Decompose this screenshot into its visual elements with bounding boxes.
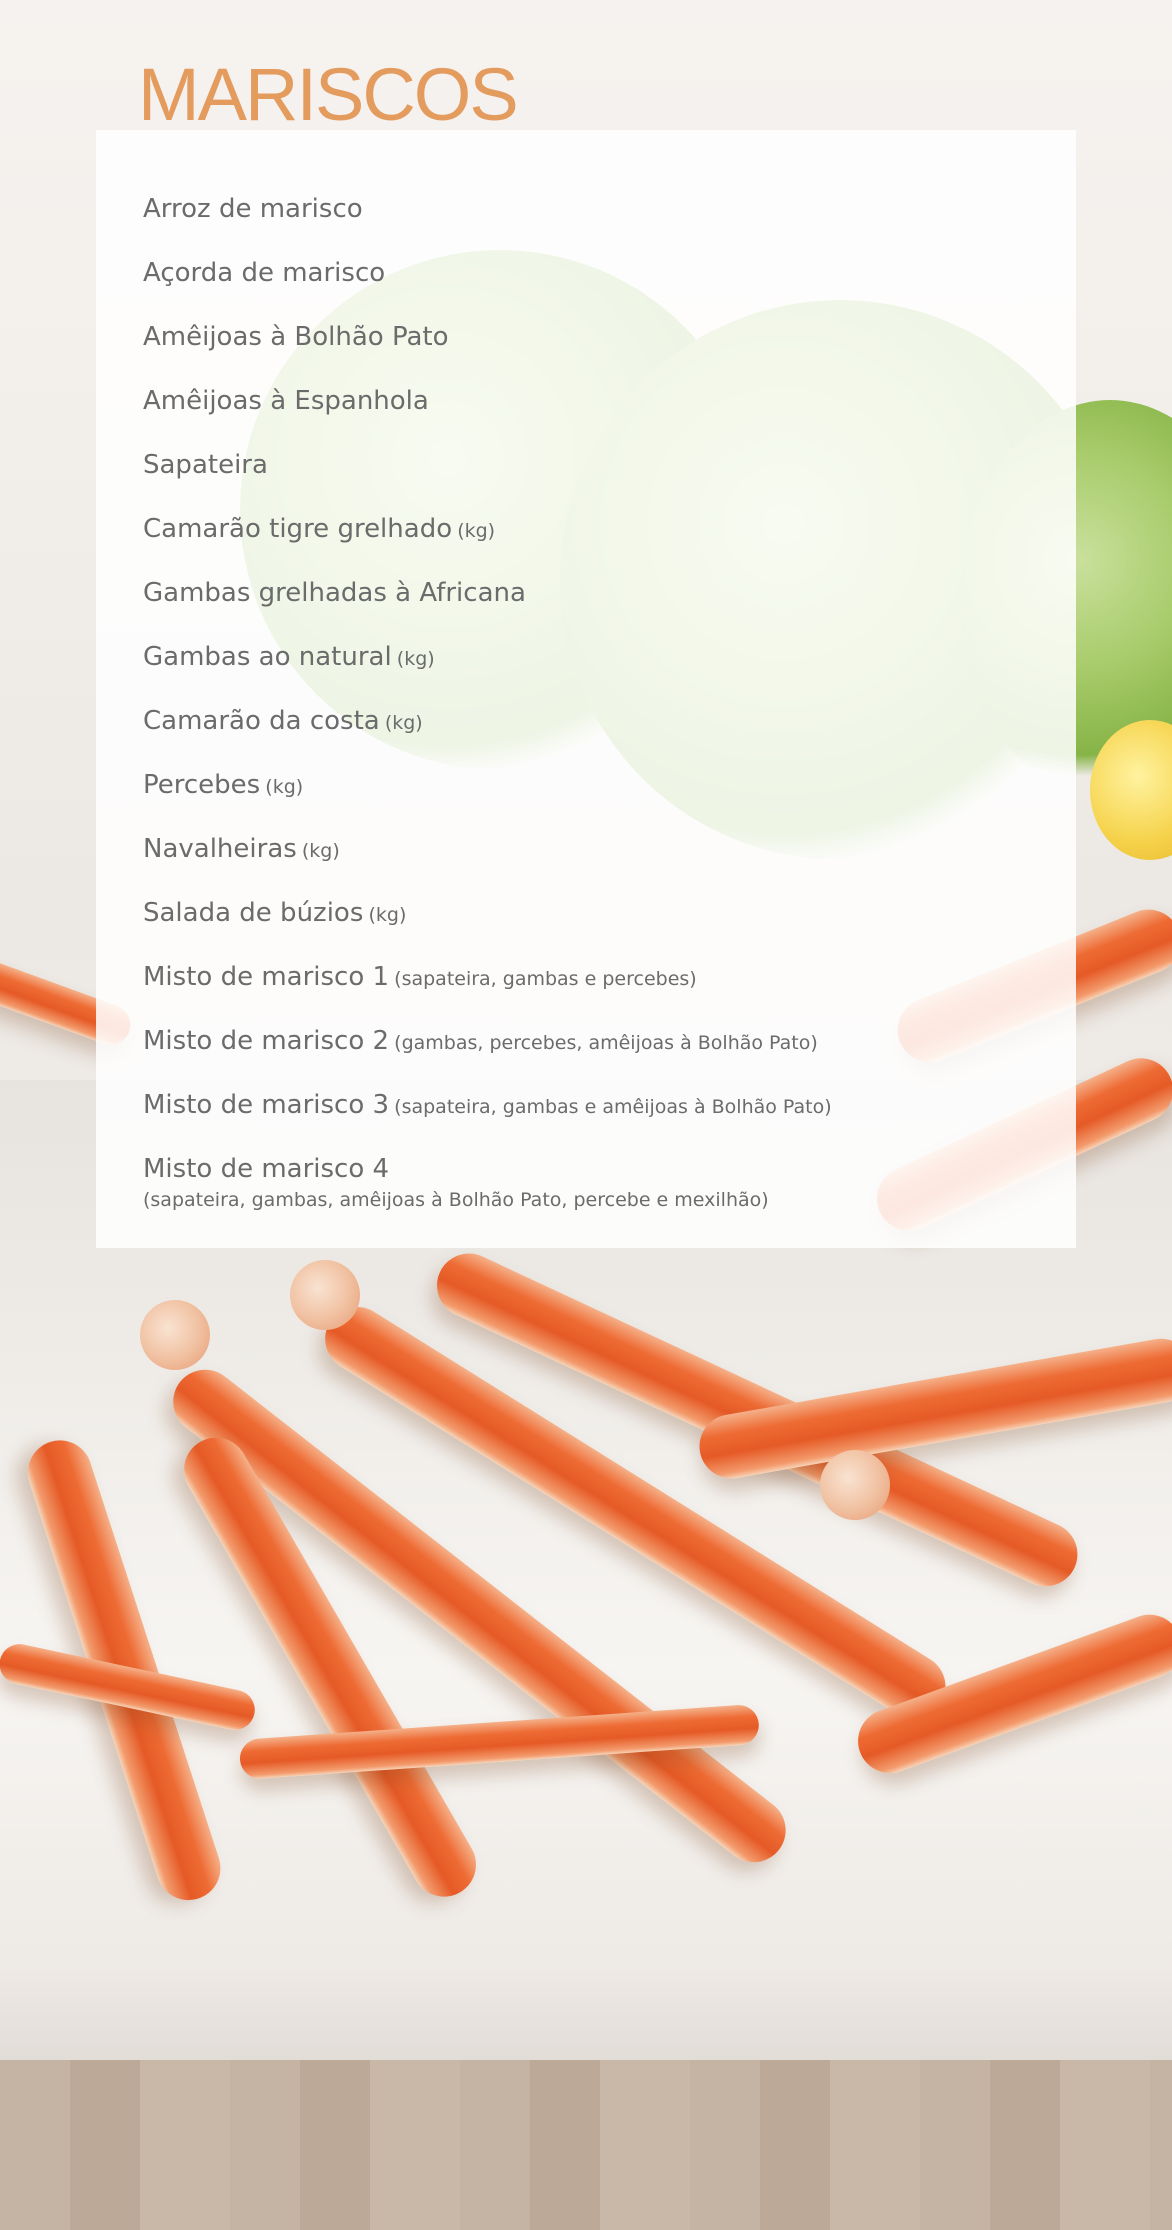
dish-note: (gambas, percebes, amêijoas à Bolhão Pat…: [394, 1032, 818, 1054]
menu-item: Gambas ao natural (kg): [143, 644, 1043, 708]
menu-item: Misto de marisco 4 (sapateira, gambas, a…: [143, 1156, 1043, 1220]
menu-item: Percebes (kg): [143, 772, 1043, 836]
dish-note: (kg): [368, 904, 407, 926]
dish-note: (kg): [301, 840, 340, 862]
menu-item: Navalheiras (kg): [143, 836, 1043, 900]
menu-item: Camarão da costa (kg): [143, 708, 1043, 772]
dish-name: Arroz de marisco: [143, 194, 363, 224]
dish-name: Amêijoas à Bolhão Pato: [143, 322, 449, 352]
menu-item: Sapateira: [143, 452, 1043, 516]
menu-item: Amêijoas à Bolhão Pato: [143, 324, 1043, 388]
dish-name: Gambas ao natural: [143, 642, 392, 672]
menu-item: Misto de marisco 1 (sapateira, gambas e …: [143, 964, 1043, 1028]
crab-joint: [820, 1450, 890, 1520]
crab-joint: [140, 1300, 210, 1370]
dish-note: (sapateira, gambas e percebes): [394, 968, 697, 990]
dish-name: Açorda de marisco: [143, 258, 386, 288]
dish-name: Sapateira: [143, 450, 268, 480]
dish-note: (kg): [396, 648, 435, 670]
dish-name: Misto de marisco 4: [143, 1154, 390, 1184]
wooden-table: [0, 2060, 1172, 2230]
menu-item: Arroz de marisco: [143, 196, 1043, 260]
menu-list: Arroz de marisco Açorda de marisco Amêijoa…: [143, 196, 1043, 1220]
dish-name: Navalheiras: [143, 834, 297, 864]
dish-note: (sapateira, gambas e amêijoas à Bolhão P…: [394, 1096, 832, 1118]
dish-note: (kg): [457, 520, 496, 542]
menu-item: Amêijoas à Espanhola: [143, 388, 1043, 452]
page-title: MARISCOS: [138, 53, 519, 136]
menu-item: Gambas grelhadas à Africana: [143, 580, 1043, 644]
dish-note: (kg): [265, 776, 304, 798]
dish-note: (kg): [384, 712, 423, 734]
dish-name: Camarão da costa: [143, 706, 380, 736]
menu-item: Camarão tigre grelhado (kg): [143, 516, 1043, 580]
dish-note: (sapateira, gambas, amêijoas à Bolhão Pa…: [143, 1189, 769, 1211]
dish-name: Misto de marisco 3: [143, 1090, 390, 1120]
menu-item: Misto de marisco 3 (sapateira, gambas e …: [143, 1092, 1043, 1156]
dish-name: Misto de marisco 2: [143, 1026, 390, 1056]
dish-name: Gambas grelhadas à Africana: [143, 578, 526, 608]
crab-joint: [290, 1260, 360, 1330]
menu-item: Misto de marisco 2 (gambas, percebes, am…: [143, 1028, 1043, 1092]
dish-name: Misto de marisco 1: [143, 962, 390, 992]
dish-name: Salada de búzios: [143, 898, 364, 928]
dish-name: Percebes: [143, 770, 261, 800]
dish-name: Amêijoas à Espanhola: [143, 386, 429, 416]
dish-name: Camarão tigre grelhado: [143, 514, 453, 544]
menu-item: Salada de búzios (kg): [143, 900, 1043, 964]
menu-item: Açorda de marisco: [143, 260, 1043, 324]
